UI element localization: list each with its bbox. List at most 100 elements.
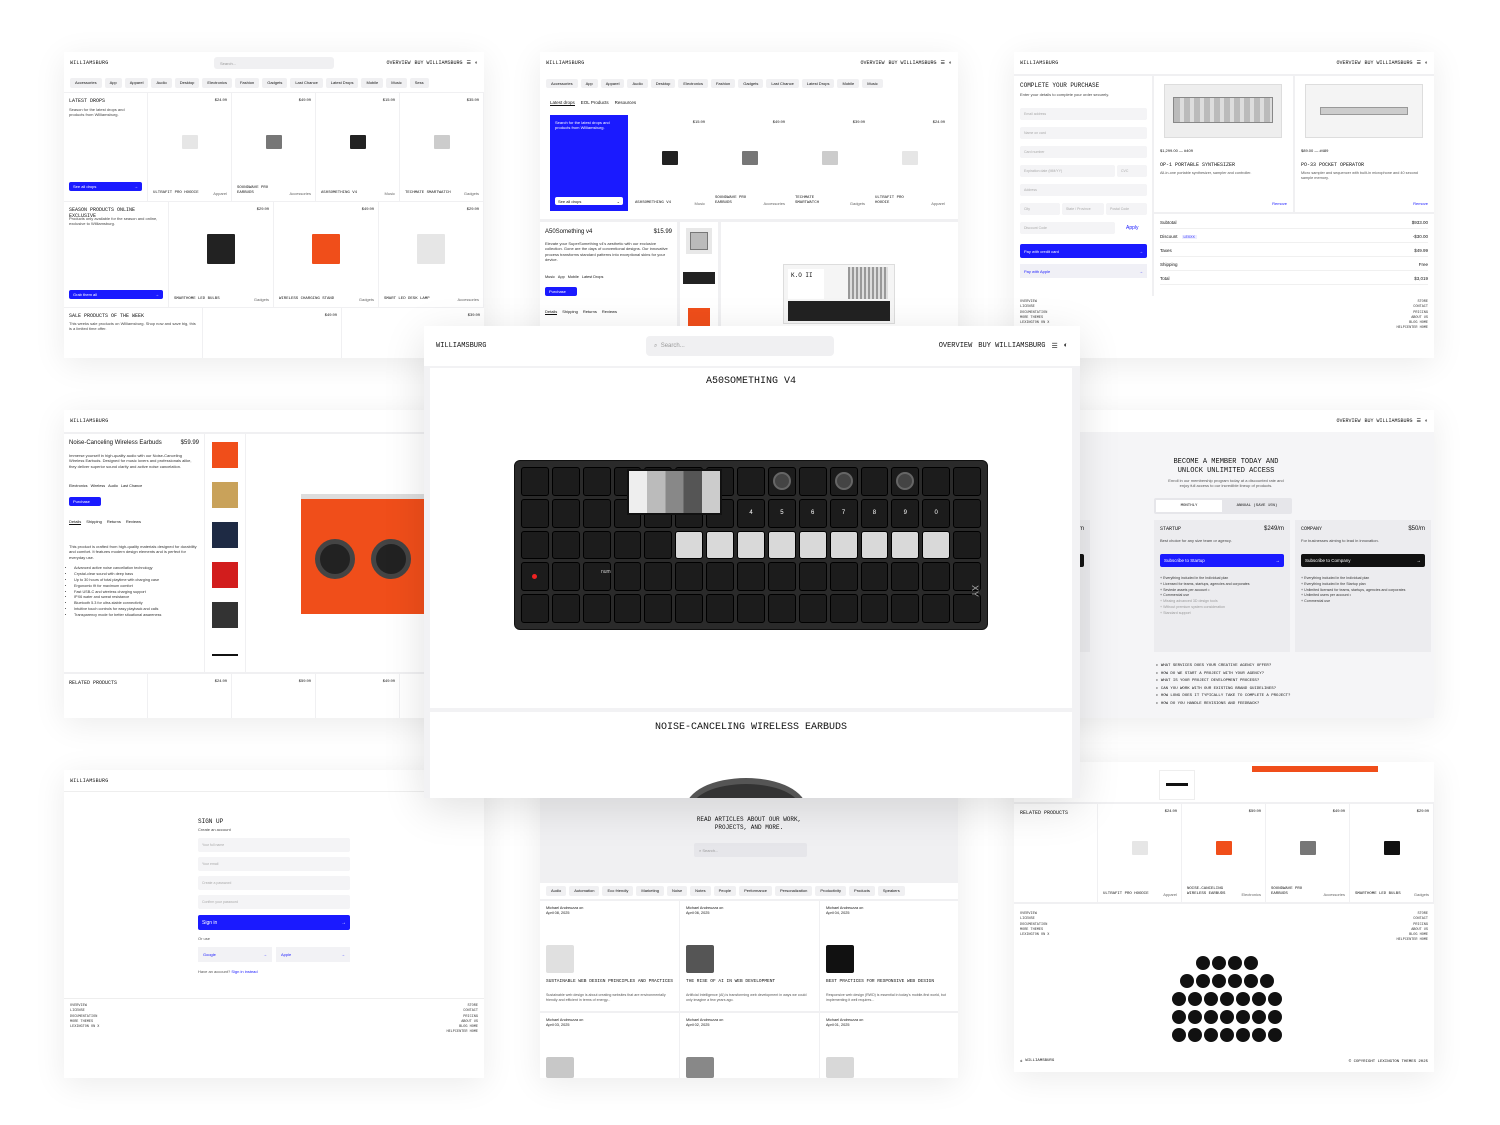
category-chip[interactable]: Fashion — [234, 78, 260, 88]
category-chip[interactable]: Electronics — [678, 79, 708, 88]
category-chip[interactable]: Accessories — [546, 79, 578, 88]
tab-details[interactable]: Details — [69, 519, 82, 525]
thumbnail[interactable] — [1159, 770, 1195, 800]
category-chip[interactable]: Performance — [739, 886, 772, 896]
menu-icon[interactable]: ☰ — [1417, 60, 1421, 66]
nav-overview[interactable]: OVERVIEW — [939, 342, 973, 350]
category-chip[interactable]: Eco friendly — [602, 886, 634, 896]
thumbnail[interactable] — [212, 602, 238, 628]
category-chip[interactable]: Latest Drops — [801, 79, 835, 88]
tab-shipping[interactable]: Shipping — [86, 519, 102, 525]
remove-link[interactable]: Remove — [1272, 201, 1287, 206]
tab-reviews[interactable]: Reviews — [126, 519, 141, 525]
product-card[interactable]: $49.99 SOUNDWAVE PRO EARBUDS Accessories — [232, 93, 315, 201]
thumbnail[interactable] — [686, 228, 712, 254]
blog-post-card[interactable]: Michael Andreuzza on April 02, 2025 — [680, 1013, 819, 1078]
product-card[interactable]: $35.99 TECHMATE SMARTWATCH Gadgets — [400, 93, 483, 201]
tab-reviews[interactable]: Reviews — [602, 309, 617, 315]
product-card[interactable]: $24.99 ULTRAFIT PRO HOODIE Apparel — [870, 115, 949, 211]
menu-icon[interactable]: ☰ — [1417, 418, 1421, 424]
logo[interactable]: WILLIAMSBURG — [546, 60, 584, 66]
logo[interactable]: WILLIAMSBURG — [70, 418, 108, 424]
category-chip[interactable]: Automation — [569, 886, 600, 896]
category-chip[interactable]: Last Chance — [290, 78, 323, 88]
category-chip[interactable]: App — [580, 79, 598, 88]
pay-card-button[interactable]: Pay with credit card → — [1020, 244, 1147, 258]
product-card[interactable]: $29.99 SMART LED DESK LAMP Accessories — [379, 202, 483, 307]
category-chip[interactable]: Speakers — [877, 886, 905, 896]
nav-buy[interactable]: BUY WILLIAMSBURG — [1364, 60, 1412, 66]
tag[interactable]: App — [558, 275, 565, 279]
apply-button[interactable]: Apply — [1126, 225, 1139, 231]
nav-buy[interactable]: BUY WILLIAMSBURG — [978, 342, 1045, 350]
theme-toggle-icon[interactable]: ◐ — [1064, 342, 1068, 350]
category-chip[interactable]: Desktop — [650, 79, 676, 88]
nav-buy[interactable]: BUY WILLIAMSBURG — [888, 60, 936, 66]
product-card[interactable]: $49.99 WIRELESS CHARGING STAND Gadgets — [274, 202, 378, 307]
search-input[interactable]: Search... — [214, 57, 334, 69]
theme-toggle-icon[interactable]: ◐ — [949, 60, 952, 66]
category-chip[interactable]: Apparel — [124, 78, 149, 88]
category-chip[interactable]: Mobile — [837, 79, 860, 88]
category-chip[interactable]: Audio — [546, 886, 567, 896]
category-chip[interactable]: Fashion — [710, 79, 736, 88]
footer-link[interactable]: HELPCENTER HOME — [1396, 938, 1428, 943]
tab-shipping[interactable]: Shipping — [562, 309, 578, 315]
product-card[interactable]: $15.99 A50SOMETHING V4 Music — [630, 115, 709, 211]
purchase-button[interactable]: Purchase — [545, 287, 577, 296]
tag[interactable]: Wireless — [91, 484, 106, 488]
subscribe-button[interactable]: Subscribe to Company → — [1301, 554, 1425, 567]
tag[interactable]: Music — [545, 275, 555, 279]
input-field[interactable]: Card number — [1020, 146, 1147, 158]
apple-button[interactable]: Apple → — [276, 947, 350, 962]
purchase-button[interactable]: Purchase — [69, 497, 101, 506]
sign-in-button[interactable]: Sign in → — [198, 915, 350, 930]
blog-post-card[interactable]: Michael Andreuzza on April 08, 2025 SUSTAI… — [540, 901, 679, 1011]
input-field[interactable]: CVC — [1117, 165, 1147, 177]
thumbnail[interactable] — [683, 272, 715, 284]
tab-returns[interactable]: Returns — [583, 309, 597, 315]
search-input[interactable]: ⌕ Search... — [646, 336, 834, 356]
nav-overview[interactable]: OVERVIEW — [1336, 60, 1360, 66]
menu-icon[interactable]: ☰ — [467, 60, 471, 66]
toggle-monthly[interactable]: MONTHLY — [1156, 500, 1222, 512]
product-card[interactable]: $24.99 — [148, 674, 231, 718]
input-field[interactable]: Address — [1020, 184, 1147, 196]
menu-icon[interactable]: ☰ — [941, 60, 945, 66]
category-chip[interactable]: Marketing — [636, 886, 664, 896]
blog-post-card[interactable]: Michael Andreuzza on April 04, 2025 BEST P… — [820, 901, 958, 1011]
theme-toggle-icon[interactable]: ◐ — [475, 60, 478, 66]
nav-buy[interactable]: BUY WILLIAMSBURG — [414, 60, 462, 66]
category-chip[interactable]: Last Chance — [766, 79, 799, 88]
product-card[interactable]: $29.99 SMARTHOME LED BULBS Gadgets — [1350, 804, 1433, 902]
category-chip[interactable]: Latest Drops — [325, 78, 359, 88]
product-card[interactable]: $15.99 A50SOMETHING V4 Music — [316, 93, 399, 201]
category-chip[interactable]: Audio — [151, 78, 172, 88]
tag[interactable]: Last Chance — [121, 484, 142, 488]
footer-link[interactable]: HELPCENTER HOME — [1396, 326, 1428, 331]
toggle-annual[interactable]: ANNUAL (SAVE 15%) — [1224, 500, 1290, 512]
input-field[interactable]: Expiration date (MM/YY) — [1020, 165, 1115, 177]
input-field[interactable]: Confirm your password — [198, 895, 350, 909]
footer-link[interactable]: LEXINGTON ON X — [1020, 933, 1049, 938]
input-field[interactable]: Discount Code — [1020, 222, 1115, 234]
category-chip[interactable]: Gadgets — [262, 78, 288, 88]
tag[interactable]: Latest Drops — [582, 275, 604, 279]
product-card[interactable]: $24.99 ULTRAFIT PRO HOODIE Apparel — [1098, 804, 1181, 902]
logo[interactable]: WILLIAMSBURG — [1020, 60, 1058, 66]
logo[interactable]: WILLIAMSBURG — [70, 778, 108, 784]
thumbnail[interactable] — [212, 562, 238, 588]
product-card[interactable]: $29.99 SMARTHOME LED BULBS Gadgets — [169, 202, 273, 307]
category-chip[interactable]: Noise — [666, 886, 688, 896]
product-card[interactable]: $49.99 SOUNDWAVE PRO EARBUDS Accessories — [1266, 804, 1349, 902]
menu-icon[interactable]: ☰ — [1052, 342, 1058, 351]
product-card[interactable]: $59.99 — [232, 674, 315, 718]
product-card[interactable]: $39.99 TECHMATE SMARTWATCH Gadgets — [790, 115, 869, 211]
input-field[interactable]: Create a password — [198, 876, 350, 890]
input-field[interactable]: Postal Code — [1106, 203, 1147, 215]
category-chip[interactable]: Electronics — [202, 78, 232, 88]
product-card[interactable]: $24.99 ULTRAFIT PRO HOODIE Apparel — [148, 93, 231, 201]
category-chip[interactable]: App — [104, 78, 122, 88]
tab-resources[interactable]: Resources — [615, 100, 637, 106]
input-field[interactable]: Your email — [198, 857, 350, 871]
